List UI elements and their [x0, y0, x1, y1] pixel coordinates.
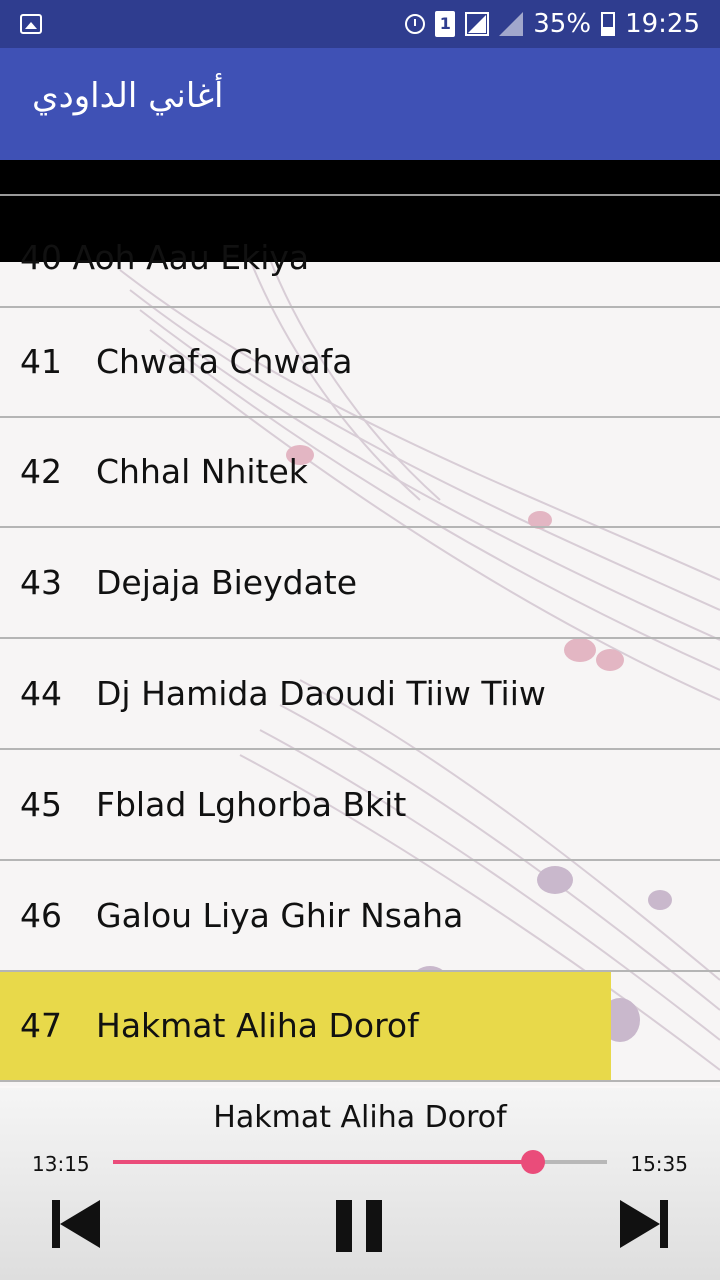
clock: 19:25 [625, 9, 700, 39]
track-number: 44 [20, 674, 62, 713]
signal-strength-icon [499, 12, 524, 36]
page-title: أغاني الداودي [32, 76, 224, 116]
track-title: Galou Liya Ghir Nsaha [96, 896, 464, 935]
skip-next-icon [620, 1200, 660, 1248]
track-number: 47 [20, 1006, 62, 1045]
header-bar [0, 160, 720, 194]
pause-icon [366, 1200, 382, 1252]
alarm-icon [405, 14, 426, 34]
current-time: 13:15 [32, 1152, 90, 1176]
gallery-notification-icon [20, 14, 42, 34]
player-bar: Hakmat Aliha Dorof 13:15 15:35 [0, 1088, 720, 1280]
track-number: 46 [20, 896, 62, 935]
track-title: Hakmat Aliha Dorof [96, 1006, 419, 1045]
song-list[interactable]: 40 Aoh Aau Ekiya 41 Chwafa Chwafa 42 Chh… [0, 160, 720, 1086]
app-bar: أغاني الداودي [0, 48, 720, 160]
status-bar: 1 35% 19:25 [0, 0, 720, 48]
list-item-selected[interactable]: 47 Hakmat Aliha Dorof [0, 972, 720, 1082]
list-item[interactable]: 40 Aoh Aau Ekiya [0, 238, 720, 308]
list-item-label: 40 Aoh Aau Ekiya [20, 238, 310, 277]
battery-icon [601, 12, 616, 36]
track-number: 42 [20, 452, 62, 491]
skip-previous-icon [52, 1200, 60, 1248]
skip-next-icon [660, 1200, 668, 1248]
track-title: Dj Hamida Daoudi Tiiw Tiiw [96, 674, 546, 713]
pause-button[interactable] [336, 1200, 382, 1252]
battery-percent: 35% [533, 9, 592, 39]
total-time: 15:35 [630, 1152, 688, 1176]
list-item[interactable]: 46 Galou Liya Ghir Nsaha [0, 862, 720, 972]
list-item[interactable]: 42 Chhal Nhitek [0, 418, 720, 528]
track-number: 43 [20, 563, 62, 602]
track-number: 41 [20, 342, 62, 381]
pause-icon [336, 1200, 352, 1252]
track-title: Fblad Lghorba Bkit [96, 785, 407, 824]
status-icons: 1 35% 19:25 [405, 0, 700, 48]
seek-bar[interactable] [113, 1150, 607, 1174]
list-item[interactable]: 45 Fblad Lghorba Bkit [0, 751, 720, 861]
no-signal-icon [465, 12, 490, 36]
track-title: Dejaja Bieydate [96, 563, 358, 602]
list-item[interactable]: 44 Dj Hamida Daoudi Tiiw Tiiw [0, 640, 720, 750]
seek-thumb[interactable] [520, 1150, 545, 1174]
track-title: Chwafa Chwafa [96, 342, 353, 381]
previous-button[interactable] [52, 1200, 102, 1252]
sim-icon: 1 [435, 11, 456, 37]
track-title: Chhal Nhitek [96, 452, 308, 491]
now-playing-title: Hakmat Aliha Dorof [213, 1100, 507, 1135]
skip-previous-icon [60, 1200, 100, 1248]
list-item[interactable]: 43 Dejaja Bieydate [0, 529, 720, 639]
seek-progress [113, 1160, 533, 1164]
track-number: 45 [20, 785, 62, 824]
list-item[interactable]: 41 Chwafa Chwafa [0, 308, 720, 418]
next-button[interactable] [620, 1200, 668, 1252]
